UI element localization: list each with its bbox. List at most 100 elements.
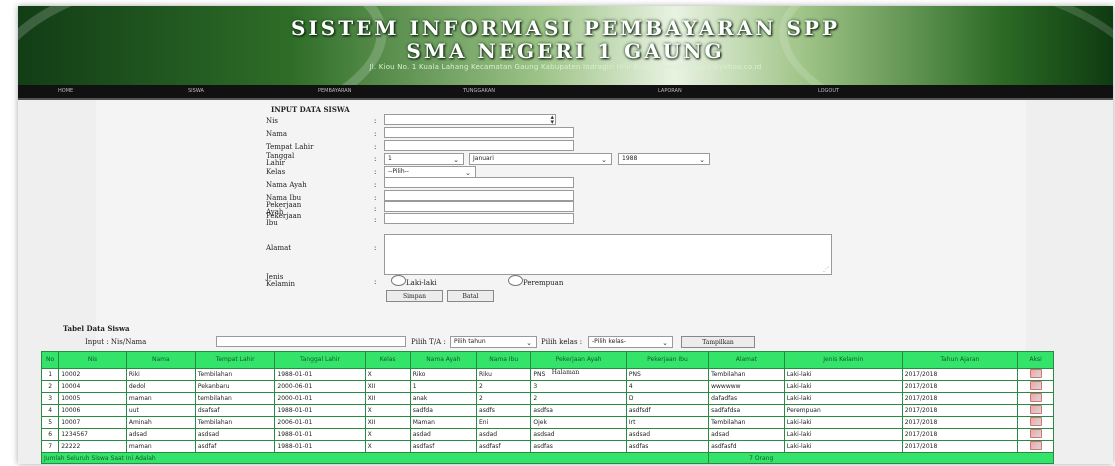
table-cell: dsafsaf (194, 404, 276, 417)
nis-input[interactable]: ▴ ▾ (384, 114, 556, 126)
chevron-down-icon: ⌄ (526, 339, 532, 347)
table-cell: 2000-01-01 (274, 392, 366, 405)
colon: : (374, 194, 377, 202)
table-cell: asdfasf (409, 440, 478, 453)
column-header: Pekerjaan Ayah (530, 351, 627, 369)
colon: : (374, 205, 377, 213)
ta-label: Pilih T/A : (411, 338, 446, 346)
edit-icon[interactable] (1029, 441, 1042, 450)
show-button[interactable]: Tampilkan (681, 336, 755, 348)
label-kelas: Kelas (266, 168, 286, 176)
table-cell: asdad (409, 428, 478, 441)
table-cell: Maman (409, 416, 478, 429)
table-cell: 2006-01-01 (274, 416, 366, 429)
table-cell: 2 (476, 392, 532, 405)
table-cell: uut (125, 404, 196, 417)
table-cell: X (364, 440, 411, 453)
edit-icon[interactable] (1029, 405, 1042, 414)
column-header: Nama Ayah (409, 351, 478, 369)
column-header: Kelas (364, 351, 411, 369)
save-button[interactable]: Simpan (386, 290, 443, 302)
student-table: No Nis Nama Tempat Lahir Tanggal Lahir K… (40, 351, 1054, 464)
table-cell: 2 (476, 380, 532, 393)
nama-input[interactable] (384, 127, 574, 138)
table-cell: 1234567 (58, 428, 127, 441)
label-alamat: Alamat (266, 244, 292, 252)
column-header: Jenis Kelamin (783, 351, 903, 369)
table-cell: 2017/2018 (901, 392, 1019, 405)
spinner-icon[interactable]: ▴ ▾ (550, 114, 554, 126)
label-nama: Nama (266, 130, 288, 138)
table-cell: 2017/2018 (901, 404, 1019, 417)
nav-item-siswa[interactable]: SISWA (188, 85, 204, 98)
chevron-down-icon: ⌄ (662, 339, 668, 347)
nama-ayah-input[interactable] (384, 177, 574, 188)
footer-count: 7 Orang (708, 452, 1054, 464)
action-cell (1017, 380, 1054, 393)
pekerjaan-ayah-input[interactable] (384, 201, 574, 212)
table-cell: X (364, 404, 411, 417)
resize-handle-icon[interactable]: ⋰ (823, 266, 829, 273)
nav-item-pembayaran[interactable]: PEMBAYARAN (318, 85, 351, 98)
paging-label: Halaman (551, 369, 580, 376)
table-cell: tembilahan (194, 392, 276, 405)
table-cell: 1 (409, 380, 478, 393)
year-select-value: 1988 (622, 155, 638, 162)
main-nav: HOME SISWA PEMBAYARAN TUNGGAKAN LAPORAN … (18, 85, 1113, 100)
action-cell (1017, 428, 1054, 441)
table-cell: adsad (125, 428, 196, 441)
alamat-textarea[interactable]: ⋰ (384, 234, 832, 275)
table-cell: 4 (40, 404, 60, 417)
table-cell: 22222 (58, 440, 127, 453)
table-cell: Aminah (125, 416, 196, 429)
nav-item-logout[interactable]: LOGOUT (818, 85, 839, 98)
table-cell: 3 (40, 392, 60, 405)
action-cell (1017, 416, 1054, 429)
table-cell: Laki-laki (783, 416, 903, 429)
table-cell: asdfsdf (625, 404, 710, 417)
chevron-down-icon: ⌄ (453, 156, 459, 164)
search-input[interactable] (216, 336, 406, 347)
edit-icon[interactable] (1029, 429, 1042, 438)
table-cell: Ojek (530, 416, 627, 429)
nav-item-tunggakan[interactable]: TUNGGAKAN (463, 85, 495, 98)
pekerjaan-ibu-input[interactable] (384, 213, 574, 224)
nav-item-home[interactable]: HOME (58, 85, 73, 98)
ta-select[interactable]: Pilih tahun ⌄ (450, 336, 537, 348)
table-cell: asdsad (194, 428, 276, 441)
table-row: 2 10004 dedol Pekanbaru 2000-06-01 XII 1 2 3 4 www… (40, 380, 1054, 393)
table-cell: asdfas (530, 440, 627, 453)
table-row: 4 10006 uut dsafsaf 1988-01-01 Xsadfda asdfs as… (40, 404, 1054, 417)
day-select[interactable]: 1 ⌄ (384, 153, 464, 165)
radio-laki-laki[interactable] (391, 275, 406, 286)
table-cell: asdsad (530, 428, 627, 441)
month-select[interactable]: Januari ⌄ (469, 153, 612, 165)
action-cell (1017, 440, 1054, 453)
colon: : (374, 216, 377, 224)
table-cell: 4 (625, 380, 710, 393)
radio-perempuan[interactable] (508, 275, 523, 286)
label-tanggal-lahir: Tanggal Lahir (266, 152, 295, 167)
cancel-button[interactable]: Batal (447, 290, 494, 302)
year-select[interactable]: 1988 ⌄ (618, 153, 710, 165)
table-cell: X (364, 428, 411, 441)
table-cell: sadfafdsa (708, 404, 785, 417)
kelas-filter-select[interactable]: -Pilih kelas- ⌄ (588, 336, 673, 348)
nama-ibu-input[interactable] (384, 190, 574, 201)
table-row: 7 22222 maman asdfaf 1988-01-01 Xasdfasf asdfa… (40, 440, 1054, 453)
tempat-lahir-input[interactable] (384, 140, 574, 151)
browser-page: SISTEM INFORMASI PEMBAYARAN SPP SMA NEGE… (18, 6, 1113, 464)
table-cell: asdfasf (476, 440, 532, 453)
edit-icon[interactable] (1029, 417, 1042, 426)
table-cell: dedol (125, 380, 196, 393)
table-cell: Perempuan (783, 404, 903, 417)
edit-icon[interactable] (1029, 393, 1042, 402)
table-cell: 2 (530, 392, 627, 405)
table-cell: 2017/2018 (901, 380, 1019, 393)
table-cell: Laki-laki (783, 380, 903, 393)
nav-item-laporan[interactable]: LAPORAN (658, 85, 682, 98)
table-cell: 2000-06-01 (274, 380, 366, 393)
edit-icon[interactable] (1029, 381, 1042, 390)
table-cell: asdfasfd (708, 440, 785, 453)
table-cell: asdsad (625, 428, 710, 441)
